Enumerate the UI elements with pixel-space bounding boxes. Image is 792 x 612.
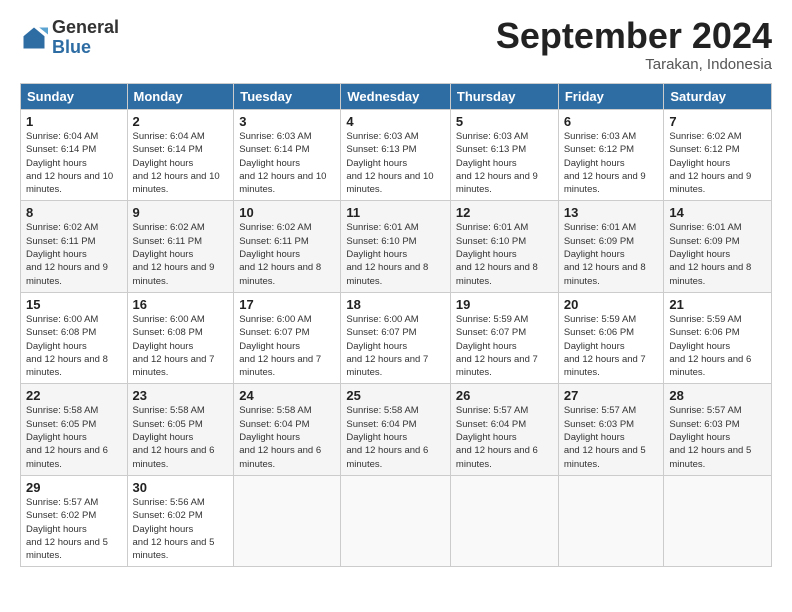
header-saturday: Saturday <box>664 84 772 110</box>
table-row: 10 Sunrise: 6:02 AM Sunset: 6:11 PM Dayl… <box>234 201 341 292</box>
table-row: 29 Sunrise: 5:57 AM Sunset: 6:02 PM Dayl… <box>21 475 128 566</box>
logo-general: General <box>52 18 119 38</box>
location-subtitle: Tarakan, Indonesia <box>496 56 772 73</box>
header: General Blue September 2024 Tarakan, Ind… <box>20 18 772 73</box>
table-row: 3 Sunrise: 6:03 AM Sunset: 6:14 PM Dayli… <box>234 110 341 201</box>
table-row: 16 Sunrise: 6:00 AM Sunset: 6:08 PM Dayl… <box>127 292 234 383</box>
header-friday: Friday <box>558 84 664 110</box>
calendar-table: Sunday Monday Tuesday Wednesday Thursday… <box>20 83 772 567</box>
table-row: 21 Sunrise: 5:59 AM Sunset: 6:06 PM Dayl… <box>664 292 772 383</box>
logo: General Blue <box>20 18 119 58</box>
table-row: 25 Sunrise: 5:58 AM Sunset: 6:04 PM Dayl… <box>341 384 451 475</box>
table-row: 20 Sunrise: 5:59 AM Sunset: 6:06 PM Dayl… <box>558 292 664 383</box>
table-row: 18 Sunrise: 6:00 AM Sunset: 6:07 PM Dayl… <box>341 292 451 383</box>
table-row: 1 Sunrise: 6:04 AM Sunset: 6:14 PM Dayli… <box>21 110 128 201</box>
header-tuesday: Tuesday <box>234 84 341 110</box>
table-row: 11 Sunrise: 6:01 AM Sunset: 6:10 PM Dayl… <box>341 201 451 292</box>
table-row: 19 Sunrise: 5:59 AM Sunset: 6:07 PM Dayl… <box>450 292 558 383</box>
table-row: 22 Sunrise: 5:58 AM Sunset: 6:05 PM Dayl… <box>21 384 128 475</box>
table-row: 12 Sunrise: 6:01 AM Sunset: 6:10 PM Dayl… <box>450 201 558 292</box>
table-row: 9 Sunrise: 6:02 AM Sunset: 6:11 PM Dayli… <box>127 201 234 292</box>
table-row: 15 Sunrise: 6:00 AM Sunset: 6:08 PM Dayl… <box>21 292 128 383</box>
table-row: 17 Sunrise: 6:00 AM Sunset: 6:07 PM Dayl… <box>234 292 341 383</box>
table-row <box>450 475 558 566</box>
header-sunday: Sunday <box>21 84 128 110</box>
logo-blue: Blue <box>52 38 119 58</box>
table-row: 13 Sunrise: 6:01 AM Sunset: 6:09 PM Dayl… <box>558 201 664 292</box>
table-row: 30 Sunrise: 5:56 AM Sunset: 6:02 PM Dayl… <box>127 475 234 566</box>
title-block: September 2024 Tarakan, Indonesia <box>496 18 772 73</box>
table-row: 5 Sunrise: 6:03 AM Sunset: 6:13 PM Dayli… <box>450 110 558 201</box>
table-row <box>341 475 451 566</box>
table-row <box>234 475 341 566</box>
table-row: 7 Sunrise: 6:02 AM Sunset: 6:12 PM Dayli… <box>664 110 772 201</box>
table-row: 27 Sunrise: 5:57 AM Sunset: 6:03 PM Dayl… <box>558 384 664 475</box>
header-monday: Monday <box>127 84 234 110</box>
logo-text: General Blue <box>52 18 119 58</box>
header-wednesday: Wednesday <box>341 84 451 110</box>
calendar-header-row: Sunday Monday Tuesday Wednesday Thursday… <box>21 84 772 110</box>
table-row: 14 Sunrise: 6:01 AM Sunset: 6:09 PM Dayl… <box>664 201 772 292</box>
table-row: 4 Sunrise: 6:03 AM Sunset: 6:13 PM Dayli… <box>341 110 451 201</box>
table-row <box>558 475 664 566</box>
month-title: September 2024 <box>496 18 772 54</box>
table-row: 2 Sunrise: 6:04 AM Sunset: 6:14 PM Dayli… <box>127 110 234 201</box>
table-row: 28 Sunrise: 5:57 AM Sunset: 6:03 PM Dayl… <box>664 384 772 475</box>
table-row <box>664 475 772 566</box>
table-row: 6 Sunrise: 6:03 AM Sunset: 6:12 PM Dayli… <box>558 110 664 201</box>
table-row: 26 Sunrise: 5:57 AM Sunset: 6:04 PM Dayl… <box>450 384 558 475</box>
logo-icon <box>20 24 48 52</box>
header-thursday: Thursday <box>450 84 558 110</box>
table-row: 8 Sunrise: 6:02 AM Sunset: 6:11 PM Dayli… <box>21 201 128 292</box>
page: General Blue September 2024 Tarakan, Ind… <box>0 0 792 612</box>
table-row: 24 Sunrise: 5:58 AM Sunset: 6:04 PM Dayl… <box>234 384 341 475</box>
table-row: 23 Sunrise: 5:58 AM Sunset: 6:05 PM Dayl… <box>127 384 234 475</box>
